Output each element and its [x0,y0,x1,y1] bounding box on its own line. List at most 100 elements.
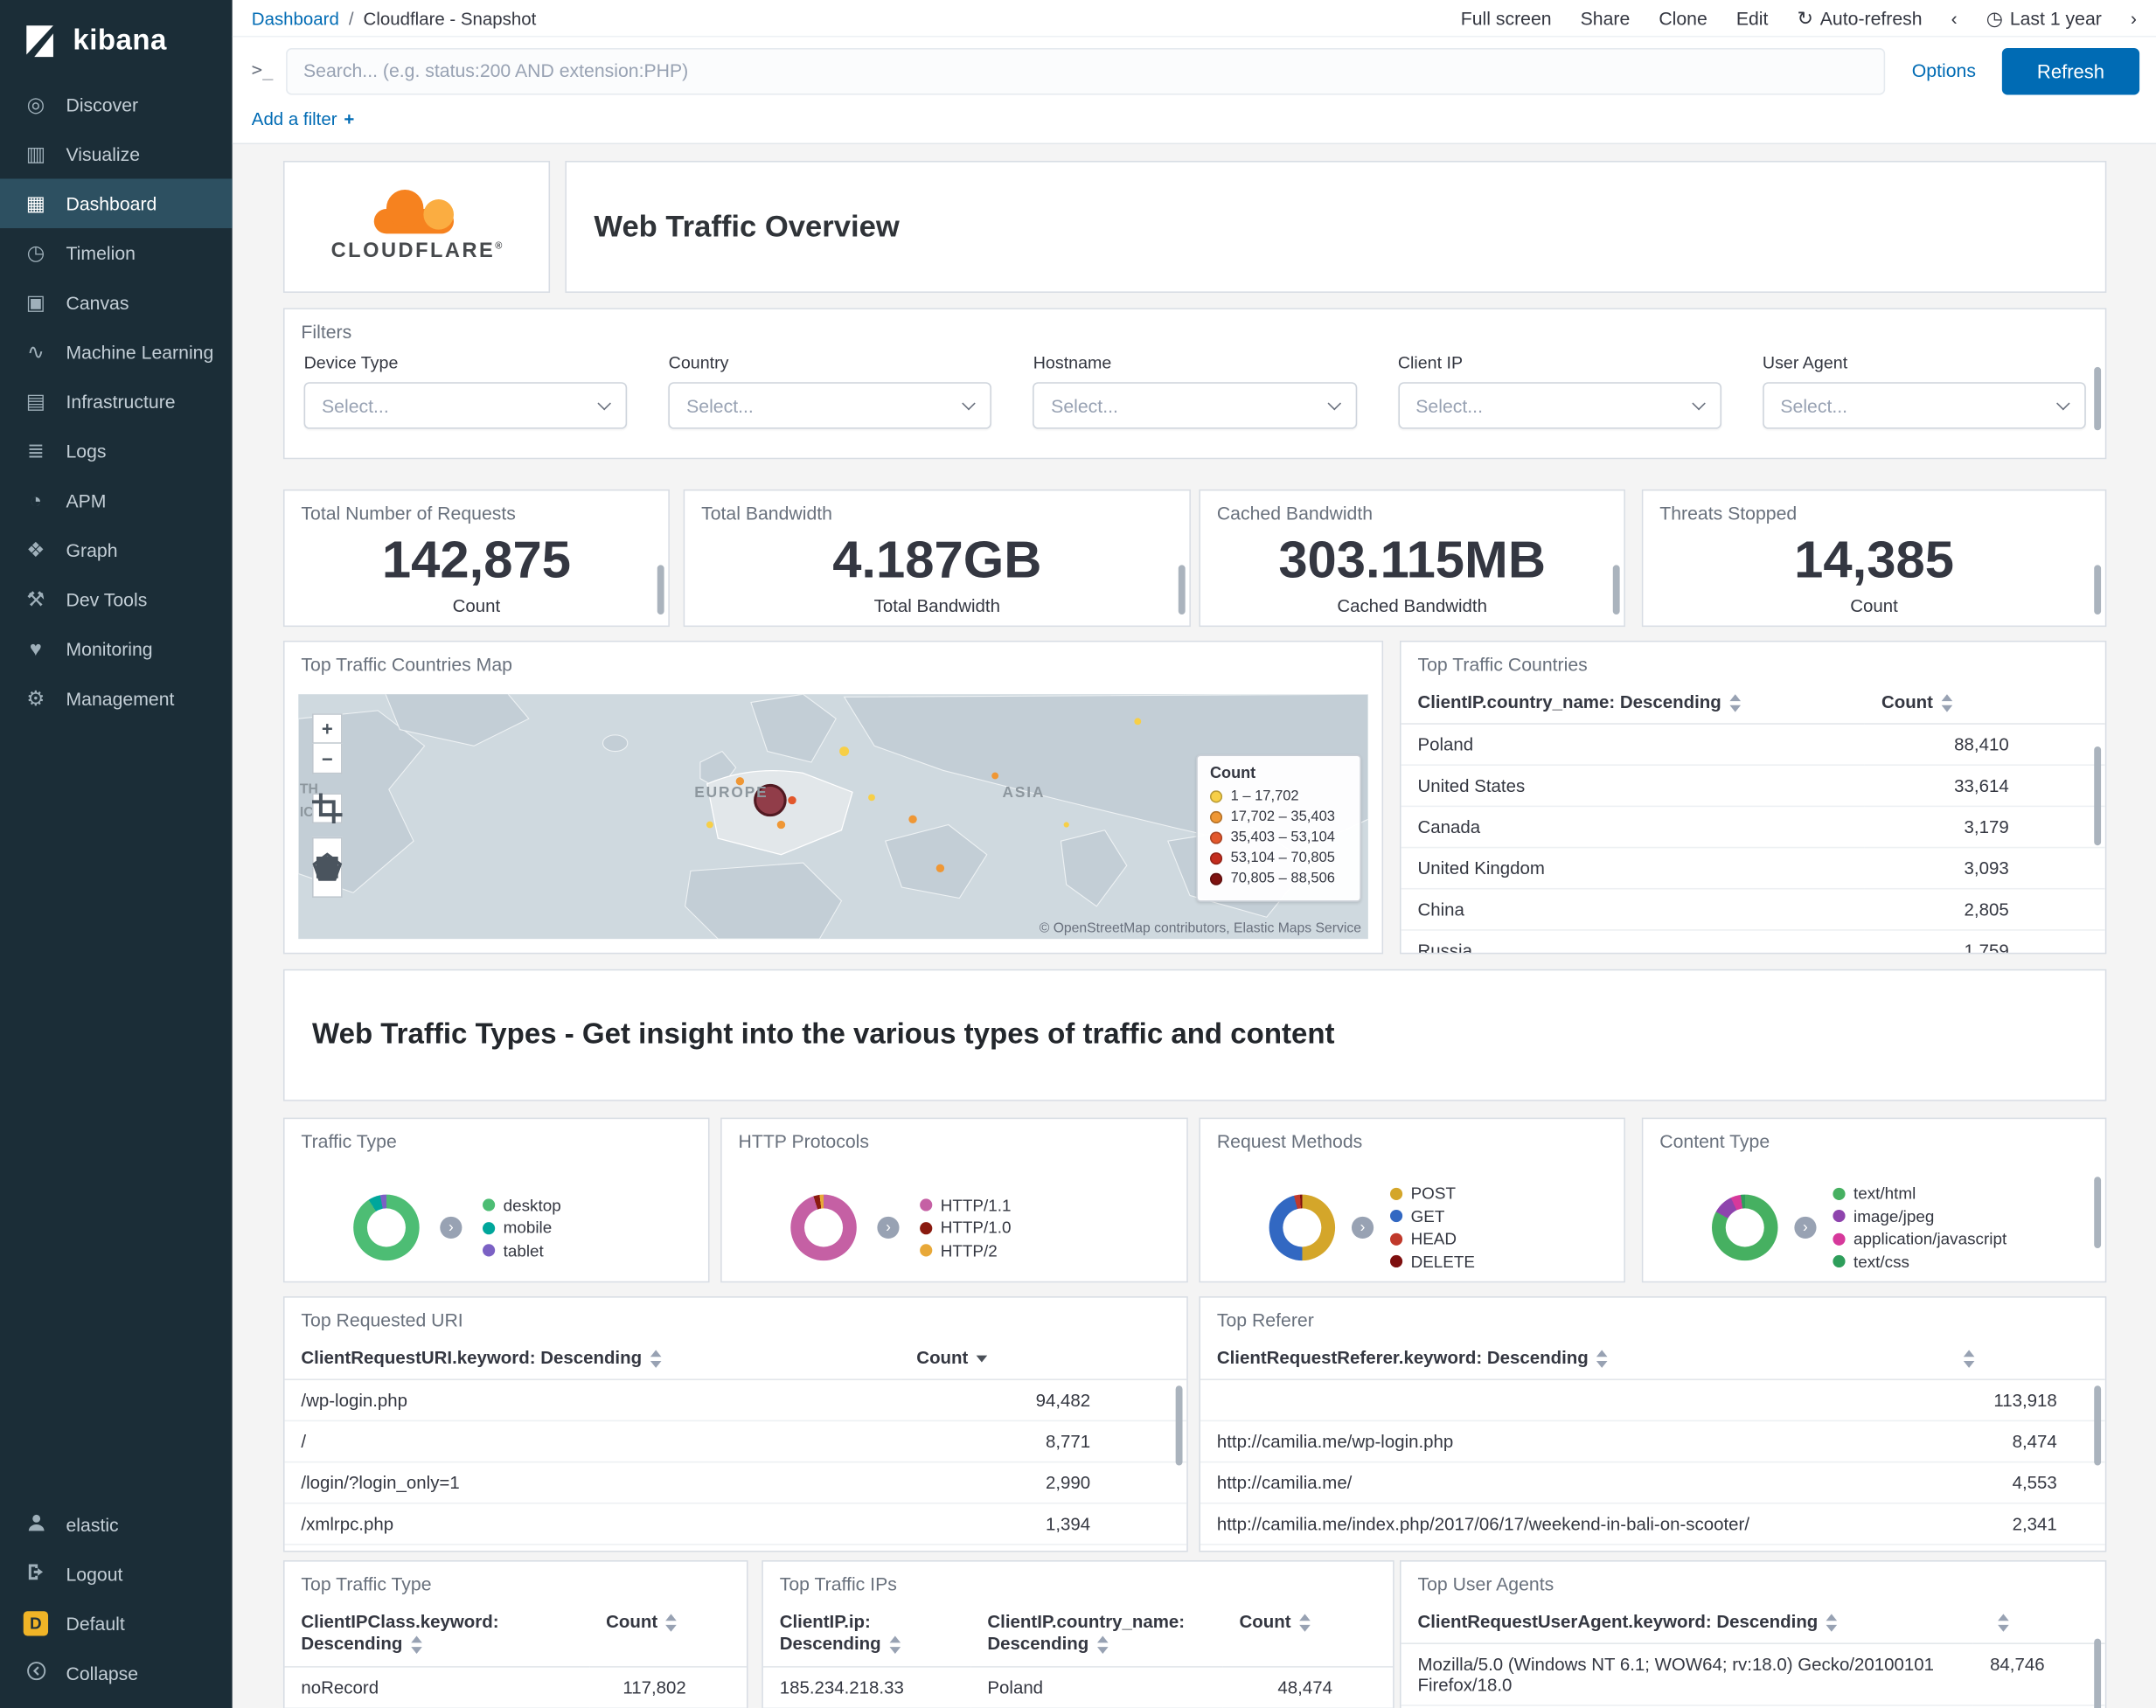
legend-item[interactable]: application/javascript [1833,1229,2006,1248]
count-cell[interactable]: 84,746 [1973,1643,2105,1707]
time-forward-button[interactable]: › [2131,8,2137,29]
kibana-brand[interactable]: kibana [0,0,233,80]
clone-button[interactable]: Clone [1659,8,1707,29]
country-cell[interactable]: Poland [970,1666,1223,1708]
count-cell[interactable]: 8,771 [900,1420,1187,1463]
count-cell[interactable]: 3,093 [1865,847,2105,890]
options-link[interactable]: Options [1912,60,1976,81]
refresh-button[interactable]: Refresh [2001,47,2140,94]
country-select[interactable]: Select... [668,382,992,429]
column-header-ip[interactable]: ClientIP.ip: Descending [762,1601,971,1667]
scrollbar-thumb[interactable] [1612,565,1620,614]
column-header-referer[interactable]: ClientRequestReferer.keyword: Descending [1200,1337,1938,1381]
legend-item[interactable]: GET [1389,1206,1475,1225]
legend-item[interactable]: tablet [483,1240,561,1260]
time-back-button[interactable]: ‹ [1951,8,1958,29]
rectangle-tool-icon[interactable] [312,857,343,898]
country-cell[interactable]: Poland [1401,724,1866,767]
uri-cell[interactable]: /xmlrpc.php [284,1503,901,1546]
referer-cell[interactable]: http://camilia.me/wp-login.php [1200,1420,1938,1463]
count-cell[interactable]: 2,805 [1865,889,2105,932]
add-filter-link[interactable]: Add a filter [252,108,337,129]
sidebar-item-canvas[interactable]: ▣ Canvas [0,278,233,328]
sort-icon[interactable] [665,1614,678,1632]
column-header-count[interactable] [1937,1337,2105,1381]
country-cell[interactable]: United Kingdom [1401,847,1866,890]
legend-expand-icon[interactable]: › [1794,1216,1817,1239]
breadcrumb-dashboard-link[interactable]: Dashboard [252,8,339,29]
count-cell[interactable]: 117,802 [589,1666,747,1708]
device-type-select[interactable]: Select... [303,382,628,429]
http-protocols-donut[interactable] [790,1194,857,1261]
sidebar-item-apm[interactable]: ◔ APM [0,476,233,525]
legend-item[interactable]: desktop [483,1195,561,1214]
sort-icon[interactable] [650,1350,663,1368]
legend-item[interactable]: HEAD [1389,1229,1475,1248]
referer-cell[interactable] [1200,1379,1938,1422]
sidebar-item-logs[interactable]: ≣ Logs [0,427,233,476]
uri-cell[interactable]: / [284,1420,901,1463]
uri-cell[interactable]: /login/?login_only=1 [284,1462,901,1504]
sidebar-item-discover[interactable]: ◎ Discover [0,80,233,129]
scrollbar-thumb[interactable] [2094,366,2102,431]
add-filter-plus-icon[interactable]: + [344,108,354,129]
legend-item[interactable]: mobile [483,1218,561,1237]
count-cell[interactable]: 1,394 [900,1503,1187,1546]
sidebar-item-collapse[interactable]: Collapse [0,1649,233,1698]
sort-desc-icon[interactable] [976,1355,988,1363]
ip-cell[interactable]: 185.234.218.33 [762,1666,971,1708]
scrollbar-thumb[interactable] [1178,565,1186,614]
world-map[interactable]: EUROPE ASIA TH IC + − Count 1 – 17,702 1… [298,694,1368,940]
legend-item[interactable]: HTTP/1.0 [920,1218,1011,1237]
legend-expand-icon[interactable]: › [877,1216,900,1239]
hostname-select[interactable]: Select... [1033,382,1357,429]
client-ip-select[interactable]: Select... [1397,382,1721,429]
legend-item[interactable]: text/html [1833,1184,2006,1204]
referer-cell[interactable]: http://camilia.me/index.php/2017/06/17/w… [1200,1503,1938,1546]
content-type-donut[interactable] [1712,1194,1778,1261]
referer-cell[interactable]: http://camilia.me/ [1200,1462,1938,1504]
country-cell[interactable]: Russia [1401,930,1866,953]
legend-item[interactable]: DELETE [1389,1252,1475,1271]
user-agent-cell[interactable]: Mozilla/5.0 (Windows NT 6.1; WOW64; rv:1… [1401,1643,1974,1707]
uri-cell[interactable]: /wp-login.php [284,1379,901,1422]
sort-icon[interactable] [410,1636,423,1655]
scrollbar-thumb[interactable] [2094,1385,2102,1466]
legend-item[interactable]: text/css [1833,1252,2006,1271]
sidebar-item-management[interactable]: ⚙ Management [0,674,233,724]
legend-item[interactable]: image/jpeg [1833,1206,2006,1225]
column-header-country[interactable]: ClientIP.country_name: Descending [1401,682,1866,726]
sidebar-item-infrastructure[interactable]: ▤ Infrastructure [0,377,233,427]
sidebar-item-visualize[interactable]: ▥ Visualize [0,129,233,179]
country-cell[interactable]: Canada [1401,806,1866,849]
count-cell[interactable]: 1,759 [1865,930,2105,953]
zoom-out-button[interactable]: − [312,743,343,774]
count-cell[interactable]: 48,474 [1222,1666,1394,1708]
time-picker-button[interactable]: ◷ Last 1 year [1986,6,2102,30]
sort-icon[interactable] [1963,1350,1975,1368]
scrollbar-thumb[interactable] [2094,1177,2102,1249]
sidebar-item-logout[interactable]: Logout [0,1549,233,1599]
country-cell[interactable]: China [1401,889,1866,932]
column-header-user-agent[interactable]: ClientRequestUserAgent.keyword: Descendi… [1401,1601,1974,1645]
column-header-count[interactable]: Count [1222,1601,1394,1667]
scrollbar-thumb[interactable] [2094,746,2102,846]
count-cell[interactable]: 8,474 [1937,1420,2105,1463]
count-cell[interactable]: 33,614 [1865,765,2105,808]
scrollbar-thumb[interactable] [2094,1638,2102,1708]
legend-expand-icon[interactable]: › [1351,1216,1374,1239]
sort-icon[interactable] [1998,1614,2011,1632]
sort-icon[interactable] [1941,694,1953,712]
column-header-count[interactable] [1973,1601,2105,1645]
count-cell[interactable]: 2,341 [1937,1503,2105,1546]
full-screen-button[interactable]: Full screen [1461,8,1552,29]
column-header-count[interactable]: Count [1865,682,2105,726]
sort-icon[interactable] [889,1636,901,1655]
sidebar-item-monitoring[interactable]: ♥ Monitoring [0,624,233,674]
country-cell[interactable]: United States [1401,765,1866,808]
auto-refresh-button[interactable]: ↻ Auto-refresh [1797,6,1922,30]
count-cell[interactable]: 94,482 [900,1379,1187,1422]
legend-item[interactable]: HTTP/2 [920,1240,1011,1260]
column-header-count[interactable]: Count [589,1601,747,1667]
scrollbar-thumb[interactable] [1175,1385,1183,1466]
